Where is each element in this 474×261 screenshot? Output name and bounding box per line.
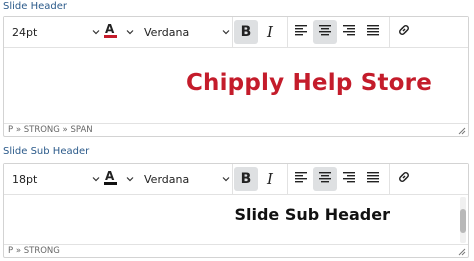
chevron-down-icon	[92, 175, 100, 183]
toolbar-divider	[389, 17, 390, 47]
bold-icon: B	[240, 24, 252, 40]
font-family-value: Verdana	[144, 25, 190, 39]
align-right-button[interactable]	[337, 167, 361, 191]
italic-icon: I	[267, 170, 273, 188]
font-size-select[interactable]: 24pt	[8, 20, 100, 44]
align-left-button[interactable]	[289, 20, 313, 44]
align-center-icon	[318, 23, 332, 41]
align-justify-button[interactable]	[361, 20, 385, 44]
text-color-icon: A	[102, 20, 120, 45]
italic-icon: I	[267, 23, 273, 41]
toolbar-divider	[287, 164, 288, 194]
chevron-down-icon	[126, 28, 134, 36]
chevron-down-icon	[126, 175, 134, 183]
text-color-button[interactable]: A	[102, 20, 138, 44]
slide-header-editor: 24pt A Verdana B I Chipply Help Store P …	[3, 16, 469, 137]
svg-text:A: A	[105, 169, 115, 183]
header-text: Chipply Help Store	[185, 70, 432, 96]
font-size-value: 24pt	[12, 25, 38, 39]
align-left-button[interactable]	[289, 167, 313, 191]
font-size-value: 18pt	[12, 172, 38, 186]
resize-handle-icon[interactable]	[458, 127, 466, 135]
insert-link-button[interactable]	[392, 167, 416, 191]
align-justify-button[interactable]	[361, 167, 385, 191]
link-icon	[397, 170, 411, 189]
align-right-button[interactable]	[337, 20, 361, 44]
text-color-button[interactable]: A	[102, 167, 138, 191]
align-left-icon	[294, 170, 308, 188]
element-path-statusbar: P » STRONG » SPAN	[4, 123, 468, 136]
editor-toolbar: 18pt A Verdana B I	[4, 164, 468, 195]
scrollbar-thumb[interactable]	[460, 209, 466, 233]
align-justify-icon	[366, 170, 380, 188]
chevron-down-icon	[92, 28, 100, 36]
font-size-select[interactable]: 18pt	[8, 167, 100, 191]
align-left-icon	[294, 23, 308, 41]
align-center-button[interactable]	[313, 167, 337, 191]
content-scrollbar[interactable]	[460, 197, 466, 243]
slide-sub-header-editor: 18pt A Verdana B I Slide Sub Header P » …	[3, 163, 469, 258]
text-color-icon: A	[102, 167, 120, 192]
align-justify-icon	[366, 23, 380, 41]
bold-button[interactable]: B	[234, 20, 258, 44]
insert-link-button[interactable]	[392, 20, 416, 44]
align-right-icon	[342, 23, 356, 41]
resize-handle-icon[interactable]	[458, 248, 466, 256]
element-path: P » STRONG	[8, 246, 60, 256]
font-family-select[interactable]: Verdana	[142, 167, 230, 191]
toolbar-divider	[232, 17, 233, 47]
slide-header-label: Slide Header	[3, 1, 67, 12]
toolbar-divider	[232, 164, 233, 194]
editor-content-area[interactable]: Slide Sub Header	[4, 195, 468, 246]
italic-button[interactable]: I	[258, 20, 282, 44]
toolbar-divider	[389, 164, 390, 194]
align-right-icon	[342, 170, 356, 188]
element-path: P » STRONG » SPAN	[8, 125, 93, 135]
align-center-icon	[318, 170, 332, 188]
chevron-down-icon	[222, 175, 230, 183]
sub-header-text: Slide Sub Header	[234, 205, 390, 224]
editor-content-area[interactable]: Chipply Help Store	[4, 48, 468, 125]
slide-sub-header-label: Slide Sub Header	[3, 146, 90, 157]
element-path-statusbar: P » STRONG	[4, 244, 468, 257]
font-family-value: Verdana	[144, 172, 190, 186]
bold-icon: B	[240, 171, 252, 187]
chevron-down-icon	[222, 28, 230, 36]
bold-button[interactable]: B	[234, 167, 258, 191]
link-icon	[397, 23, 411, 42]
editor-toolbar: 24pt A Verdana B I	[4, 17, 468, 48]
font-family-select[interactable]: Verdana	[142, 20, 230, 44]
italic-button[interactable]: I	[258, 167, 282, 191]
toolbar-divider	[287, 17, 288, 47]
svg-text:A: A	[105, 22, 115, 36]
align-center-button[interactable]	[313, 20, 337, 44]
